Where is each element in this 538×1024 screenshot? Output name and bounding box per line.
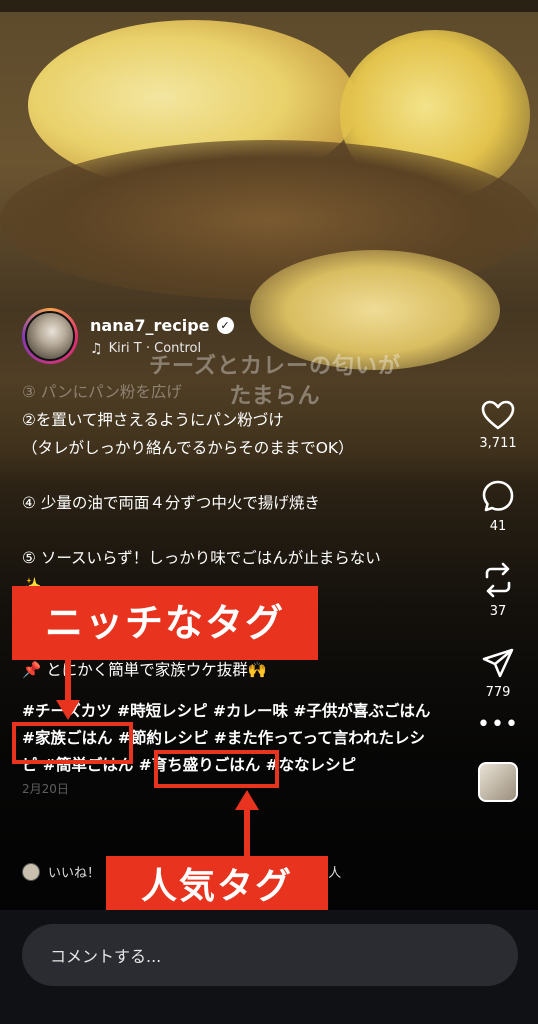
popular-tag-label: 人気タグ <box>106 856 328 918</box>
account-row[interactable]: nana7_recipe ✓ ♫ Kiri T · Control <box>22 308 234 364</box>
niche-tag-highlight-box <box>12 722 133 764</box>
caption-line-faint: ③ パンにパン粉を広げ <box>22 383 182 401</box>
music-note-icon: ♫ <box>90 340 103 357</box>
repost-icon[interactable] <box>481 562 515 598</box>
comment-count: 41 <box>489 519 507 534</box>
action-rail: 3,711 41 37 779 ••• <box>470 400 526 802</box>
music-title[interactable]: Kiri T · Control <box>109 341 202 356</box>
caption-line: ⑤ ソースいらず！しっかり味でごはんが止まらない <box>22 549 381 567</box>
avatar-image <box>25 311 75 361</box>
send-icon[interactable] <box>481 647 515 679</box>
comment-action[interactable]: 41 <box>470 479 526 534</box>
share-action[interactable]: 779 <box>470 647 526 700</box>
caption-line: 📌 とにかく簡単で家族ウケ抜群🙌 <box>22 661 268 679</box>
comment-bar: コメントする... <box>0 910 538 1024</box>
caption-line: （タレがしっかり絡んでるからそのままでOK） <box>22 439 354 457</box>
niche-tag-label: ニッチなタグ <box>12 586 318 660</box>
up-arrow-shaft <box>244 808 250 856</box>
like-action[interactable]: 3,711 <box>470 400 526 451</box>
video-top-shadow <box>0 0 538 12</box>
music-row[interactable]: ♫ Kiri T · Control <box>90 341 234 357</box>
likes-row[interactable]: いいね！ <box>22 862 100 881</box>
liker-avatar <box>22 862 40 881</box>
username-row[interactable]: nana7_recipe ✓ <box>90 316 234 335</box>
repost-count: 37 <box>489 604 507 619</box>
repost-action[interactable]: 37 <box>470 562 526 619</box>
caption-line: ④ 少量の油で両面４分ずつ中火で揚げ焼き <box>22 494 320 512</box>
popular-tag-highlight-box <box>154 750 279 788</box>
up-arrow-icon <box>235 790 259 810</box>
share-count: 779 <box>485 685 511 700</box>
likes-prefix: いいね！ <box>48 866 101 881</box>
like-count: 3,711 <box>479 436 517 451</box>
heart-icon[interactable] <box>481 400 515 430</box>
verified-badge-icon: ✓ <box>216 316 234 334</box>
caption-line: ②を置いて押さえるようにパン粉づけ <box>22 411 284 429</box>
username[interactable]: nana7_recipe <box>90 316 210 335</box>
account-text: nana7_recipe ✓ ♫ Kiri T · Control <box>90 316 234 357</box>
comment-bubble-icon[interactable] <box>481 479 515 513</box>
avatar[interactable] <box>22 308 78 364</box>
comment-input[interactable]: コメントする... <box>22 924 518 986</box>
audio-thumbnail[interactable] <box>478 762 518 802</box>
down-arrow-icon <box>56 700 80 720</box>
more-options-icon[interactable]: ••• <box>470 714 526 736</box>
